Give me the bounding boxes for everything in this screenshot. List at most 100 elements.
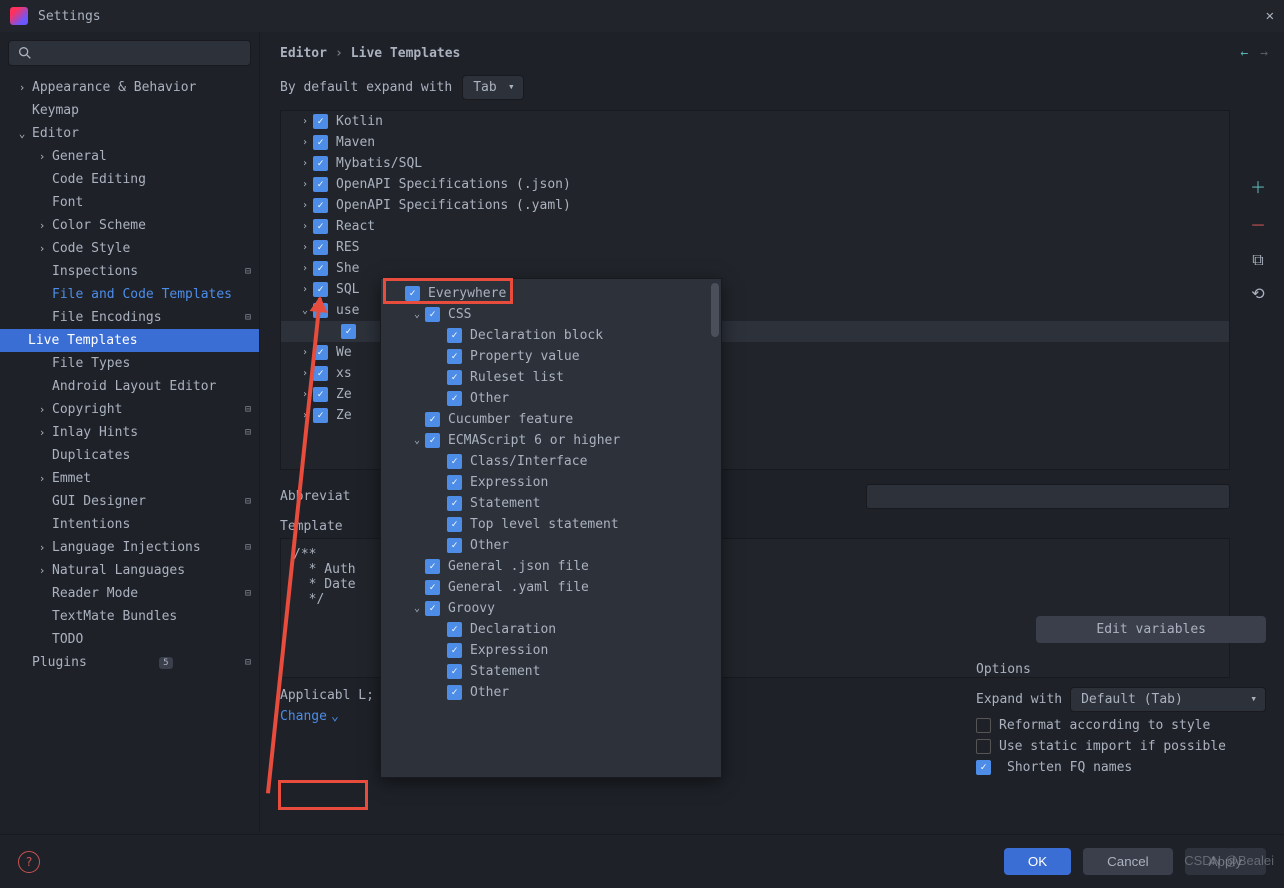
context-item[interactable]: ✓ Expression: [381, 640, 721, 661]
sidebar-item[interactable]: › Language Injections ⊟: [8, 536, 251, 559]
template-checkbox[interactable]: ✓: [313, 219, 328, 234]
context-checkbox[interactable]: ✓: [425, 307, 440, 322]
context-item[interactable]: ⌄ ✓ CSS: [381, 304, 721, 325]
context-checkbox[interactable]: ✓: [447, 517, 462, 532]
sidebar-item[interactable]: Inspections ⊟: [8, 260, 251, 283]
copy-icon[interactable]: ⧉: [1252, 250, 1263, 270]
sidebar-item[interactable]: File Types: [8, 352, 251, 375]
sidebar-item[interactable]: Keymap: [8, 99, 251, 122]
breadcrumb-root[interactable]: Editor: [280, 46, 327, 61]
context-item[interactable]: ✓ Statement: [381, 661, 721, 682]
template-checkbox[interactable]: ✓: [313, 114, 328, 129]
context-checkbox[interactable]: ✓: [447, 685, 462, 700]
sidebar-item[interactable]: TextMate Bundles: [8, 605, 251, 628]
forward-icon[interactable]: →: [1260, 46, 1268, 61]
tree-item[interactable]: › ✓ React: [281, 216, 1229, 237]
context-checkbox[interactable]: ✓: [447, 496, 462, 511]
tree-item[interactable]: › ✓ Mybatis/SQL: [281, 153, 1229, 174]
context-item[interactable]: ✓ Cucumber feature: [381, 409, 721, 430]
context-checkbox[interactable]: ✓: [425, 559, 440, 574]
context-checkbox[interactable]: ✓: [425, 433, 440, 448]
context-item[interactable]: ⌄ ✓ Groovy: [381, 598, 721, 619]
sidebar-item[interactable]: › Color Scheme: [8, 214, 251, 237]
cancel-button[interactable]: Cancel: [1083, 848, 1173, 875]
template-checkbox[interactable]: ✓: [313, 261, 328, 276]
sidebar-item[interactable]: Live Templates: [0, 329, 259, 352]
context-checkbox[interactable]: ✓: [447, 664, 462, 679]
sidebar-item[interactable]: File Encodings ⊟: [8, 306, 251, 329]
close-icon[interactable]: ✕: [1266, 8, 1274, 24]
context-checkbox[interactable]: ✓: [447, 622, 462, 637]
remove-icon[interactable]: －: [1250, 212, 1266, 236]
context-item[interactable]: ✓ Expression: [381, 472, 721, 493]
context-checkbox[interactable]: ✓: [447, 538, 462, 553]
sidebar-item[interactable]: › General: [8, 145, 251, 168]
context-item[interactable]: ✓ Statement: [381, 493, 721, 514]
sidebar-item[interactable]: ⌄ Editor: [8, 122, 251, 145]
template-checkbox[interactable]: ✓: [313, 345, 328, 360]
context-item[interactable]: ✓ Declaration: [381, 619, 721, 640]
template-checkbox[interactable]: ✓: [313, 156, 328, 171]
help-button[interactable]: ?: [18, 851, 40, 873]
context-item[interactable]: ✓ Other: [381, 535, 721, 556]
expand-with-dropdown[interactable]: Default (Tab): [1070, 687, 1266, 712]
context-checkbox[interactable]: ✓: [425, 580, 440, 595]
tree-item[interactable]: › ✓ RES: [281, 237, 1229, 258]
context-checkbox[interactable]: ✓: [447, 454, 462, 469]
context-item[interactable]: ⌄ ✓ ECMAScript 6 or higher: [381, 430, 721, 451]
description-input[interactable]: [866, 484, 1230, 509]
sidebar-item[interactable]: GUI Designer ⊟: [8, 490, 251, 513]
context-item[interactable]: ✓ General .json file: [381, 556, 721, 577]
ok-button[interactable]: OK: [1004, 848, 1071, 875]
template-checkbox[interactable]: ✓: [313, 240, 328, 255]
template-checkbox[interactable]: ✓: [313, 303, 328, 318]
context-item[interactable]: ✓ Other: [381, 682, 721, 703]
back-icon[interactable]: ←: [1240, 46, 1248, 61]
shorten-checkbox[interactable]: ✓: [976, 760, 991, 775]
sidebar-item[interactable]: › Code Style: [8, 237, 251, 260]
sidebar-item[interactable]: Plugins 5 ⊟: [8, 651, 251, 674]
template-checkbox[interactable]: ✓: [313, 366, 328, 381]
sidebar-item[interactable]: Intentions: [8, 513, 251, 536]
context-checkbox[interactable]: ✓: [405, 286, 420, 301]
template-checkbox[interactable]: ✓: [313, 198, 328, 213]
template-checkbox[interactable]: ✓: [341, 324, 356, 339]
tree-item[interactable]: › ✓ Maven: [281, 132, 1229, 153]
search-input[interactable]: [39, 46, 242, 61]
context-checkbox[interactable]: ✓: [447, 391, 462, 406]
tree-item[interactable]: › ✓ She: [281, 258, 1229, 279]
tree-item[interactable]: › ✓ OpenAPI Specifications (.yaml): [281, 195, 1229, 216]
context-item[interactable]: ✓ Other: [381, 388, 721, 409]
static-import-checkbox[interactable]: [976, 739, 991, 754]
template-checkbox[interactable]: ✓: [313, 408, 328, 423]
sidebar-item[interactable]: TODO: [8, 628, 251, 651]
context-item[interactable]: ✓ Ruleset list: [381, 367, 721, 388]
sidebar-item[interactable]: › Natural Languages: [8, 559, 251, 582]
template-checkbox[interactable]: ✓: [313, 177, 328, 192]
sidebar-item[interactable]: › Emmet: [8, 467, 251, 490]
tree-item[interactable]: › ✓ OpenAPI Specifications (.json): [281, 174, 1229, 195]
context-item[interactable]: ✓ Class/Interface: [381, 451, 721, 472]
context-item[interactable]: ✓ Everywhere: [381, 283, 721, 304]
expand-dropdown[interactable]: Tab: [462, 75, 523, 100]
tree-item[interactable]: › ✓ Kotlin: [281, 111, 1229, 132]
sidebar-item[interactable]: Duplicates: [8, 444, 251, 467]
sidebar-item[interactable]: › Inlay Hints ⊟: [8, 421, 251, 444]
context-checkbox[interactable]: ✓: [447, 475, 462, 490]
restore-icon[interactable]: ⟲: [1251, 284, 1264, 303]
sidebar-item[interactable]: Code Editing: [8, 168, 251, 191]
sidebar-item[interactable]: Font: [8, 191, 251, 214]
context-checkbox[interactable]: ✓: [447, 328, 462, 343]
context-item[interactable]: ✓ General .yaml file: [381, 577, 721, 598]
context-checkbox[interactable]: ✓: [447, 349, 462, 364]
template-checkbox[interactable]: ✓: [313, 135, 328, 150]
scrollbar[interactable]: [711, 283, 719, 337]
sidebar-item[interactable]: Reader Mode ⊟: [8, 582, 251, 605]
template-checkbox[interactable]: ✓: [313, 387, 328, 402]
context-item[interactable]: ✓ Top level statement: [381, 514, 721, 535]
reformat-checkbox[interactable]: [976, 718, 991, 733]
sidebar-item[interactable]: › Appearance & Behavior: [8, 76, 251, 99]
sidebar-item[interactable]: › Copyright ⊟: [8, 398, 251, 421]
context-checkbox[interactable]: ✓: [425, 601, 440, 616]
edit-variables-button[interactable]: Edit variables: [1036, 616, 1266, 643]
